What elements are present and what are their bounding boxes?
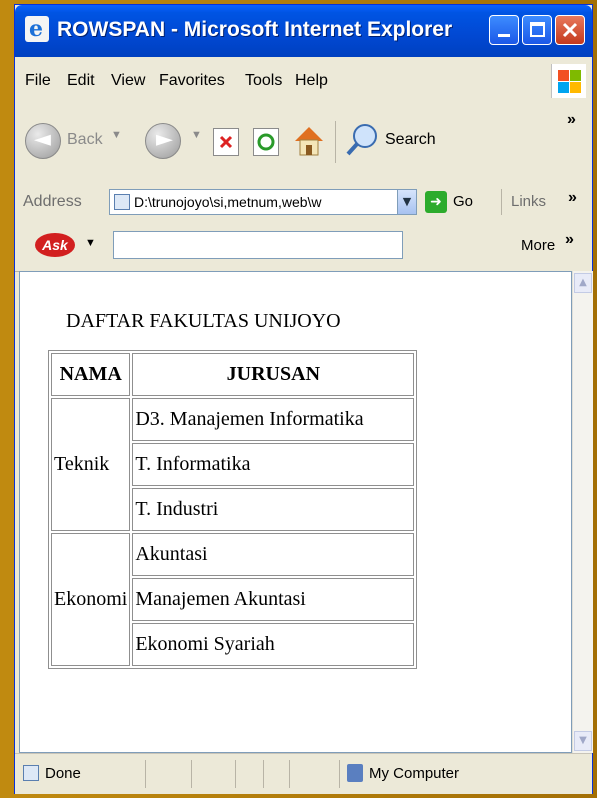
menu-view[interactable]: View (111, 72, 145, 90)
title-bar[interactable]: e ROWSPAN - Microsoft Internet Explorer (15, 5, 592, 57)
menu-bar: File Edit View Favorites Tools Help (15, 57, 592, 104)
menu-favorites[interactable]: Favorites (159, 72, 225, 90)
window-title: ROWSPAN - Microsoft Internet Explorer (57, 18, 453, 41)
minimize-icon (498, 34, 510, 37)
close-button[interactable] (555, 15, 585, 45)
table-row: Ekonomi Akuntasi (51, 533, 415, 666)
address-bar: Address D:\trunojoyo\si,metnum,web\w ▼ ➜… (15, 183, 592, 222)
close-icon (562, 22, 578, 38)
go-arrow-icon[interactable]: ➜ (425, 191, 447, 213)
search-button[interactable]: Search (345, 121, 485, 161)
ask-logo[interactable]: Ask (35, 233, 75, 257)
cell-jurusan: Manajemen Akuntasi (132, 578, 415, 621)
search-label: Search (385, 131, 436, 148)
links-chevron[interactable]: » (568, 189, 577, 207)
standard-toolbar: ◄ Back ▼ ► ▼ Search » (15, 103, 592, 184)
links-label[interactable]: Links (511, 193, 546, 210)
page-icon (23, 765, 39, 781)
page-icon (114, 194, 130, 210)
ask-search-input[interactable] (113, 231, 403, 259)
back-button[interactable]: ◄ (25, 123, 61, 159)
table-row: Teknik D3. Manajemen Informatika (51, 398, 415, 531)
address-field[interactable]: D:\trunojoyo\si,metnum,web\w (109, 189, 399, 215)
forward-dropdown-icon[interactable]: ▼ (191, 129, 202, 141)
go-label[interactable]: Go (453, 193, 473, 210)
forward-button[interactable]: ► (145, 123, 181, 159)
home-button[interactable] (291, 123, 327, 159)
menu-tools[interactable]: Tools (245, 72, 282, 90)
maximize-button[interactable] (522, 15, 552, 45)
menu-help[interactable]: Help (295, 72, 328, 90)
header-nama: NAMA (51, 353, 131, 396)
toolbar-chevron[interactable]: » (567, 111, 576, 129)
cell-jurusan: D3. Manajemen Informatika (132, 398, 415, 441)
home-icon (295, 127, 323, 156)
refresh-icon (257, 133, 275, 151)
cell-nama: Teknik (51, 398, 131, 531)
header-jurusan: JURUSAN (132, 353, 415, 396)
address-label: Address (23, 193, 82, 210)
page-heading: DAFTAR FAKULTAS UNIJOYO (66, 310, 341, 332)
ie-icon: e (25, 16, 49, 42)
status-text: Done (45, 765, 81, 782)
scroll-up-button[interactable]: ▲ (574, 273, 592, 293)
page-content: DAFTAR FAKULTAS UNIJOYO NAMA JURUSAN Tek… (19, 271, 572, 753)
status-bar: Done My Computer (15, 753, 592, 794)
search-icon (346, 124, 377, 156)
menu-file[interactable]: File (25, 72, 51, 90)
menu-edit[interactable]: Edit (67, 72, 95, 90)
refresh-button[interactable] (253, 128, 279, 156)
fakultas-table: NAMA JURUSAN Teknik D3. Manajemen Inform… (48, 350, 418, 669)
ask-dropdown-icon[interactable]: ▼ (85, 237, 96, 249)
forward-arrow-icon: ► (156, 127, 173, 152)
minimize-button[interactable] (489, 15, 519, 45)
back-label[interactable]: Back (67, 131, 103, 149)
maximize-icon (530, 22, 545, 37)
cell-nama: Ekonomi (51, 533, 131, 666)
address-value: D:\trunojoyo\si,metnum,web\w (134, 194, 322, 210)
stop-icon (219, 135, 233, 149)
scroll-down-button[interactable]: ▼ (574, 731, 592, 751)
ask-toolbar: Ask ▼ More » (15, 221, 592, 272)
computer-icon (347, 764, 363, 782)
cell-jurusan: Ekonomi Syariah (132, 623, 415, 666)
cell-jurusan: Akuntasi (132, 533, 415, 576)
table-header-row: NAMA JURUSAN (51, 353, 415, 396)
windows-flag-icon (551, 64, 586, 98)
vertical-scrollbar[interactable]: ▲ ▼ (572, 271, 593, 753)
stop-button[interactable] (213, 128, 239, 156)
more-label[interactable]: More (521, 237, 555, 254)
back-arrow-icon: ◄ (34, 127, 51, 152)
cell-jurusan: T. Industri (132, 488, 415, 531)
zone-text: My Computer (369, 765, 460, 782)
more-chevron[interactable]: » (565, 231, 574, 249)
cell-jurusan: T. Informatika (132, 443, 415, 486)
back-dropdown-icon[interactable]: ▼ (111, 129, 122, 141)
address-dropdown-button[interactable]: ▼ (397, 189, 417, 215)
ie-window: e ROWSPAN - Microsoft Internet Explorer … (14, 4, 593, 794)
